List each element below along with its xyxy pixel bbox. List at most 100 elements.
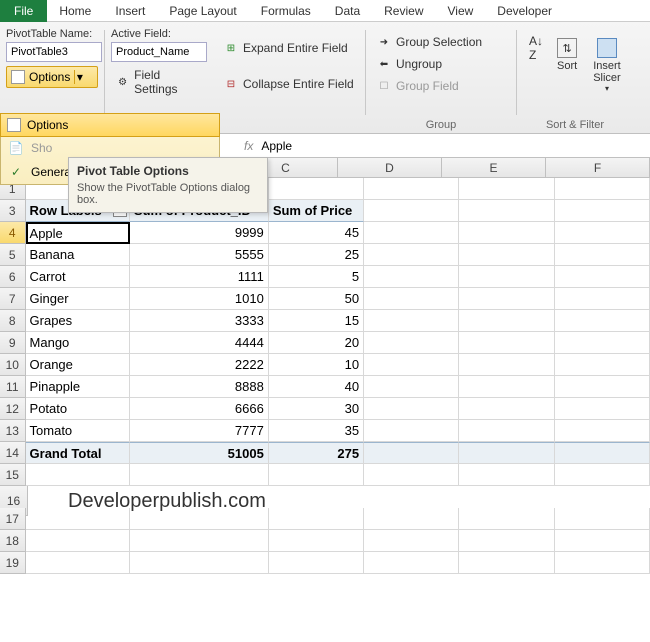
pivot-value[interactable]: 5555 — [130, 244, 269, 266]
options-dropdown-arrow[interactable]: ▾ — [74, 70, 84, 84]
pivot-row-label[interactable]: Tomato — [26, 420, 130, 442]
pivot-row-label[interactable]: Apple — [26, 222, 130, 244]
pivot-value[interactable]: 35 — [269, 420, 364, 442]
col-header-F[interactable]: F — [546, 158, 650, 178]
cell[interactable] — [269, 508, 364, 530]
sort-button[interactable]: ⇅ Sort — [549, 34, 585, 76]
cell[interactable] — [364, 376, 459, 398]
pivot-value[interactable]: 8888 — [130, 376, 269, 398]
row-header-18[interactable]: 18 — [0, 530, 26, 552]
cell[interactable] — [364, 508, 459, 530]
group-selection-button[interactable]: ➜ Group Selection — [372, 32, 510, 52]
row-header-6[interactable]: 6 — [0, 266, 26, 288]
pivot-value[interactable]: 5 — [269, 266, 364, 288]
menu-data[interactable]: Data — [323, 1, 372, 21]
cell[interactable] — [459, 222, 554, 244]
cell[interactable] — [269, 552, 364, 574]
pivot-value[interactable]: 20 — [269, 332, 364, 354]
row-header-3[interactable]: 3 — [0, 200, 26, 222]
pivot-value[interactable]: 45 — [269, 222, 364, 244]
col-header-D[interactable]: D — [338, 158, 442, 178]
pivot-value[interactable]: 15 — [269, 310, 364, 332]
cell[interactable] — [555, 266, 650, 288]
collapse-field-button[interactable]: ⊟ Collapse Entire Field — [219, 74, 359, 94]
row-header-9[interactable]: 9 — [0, 332, 26, 354]
cell[interactable] — [364, 552, 459, 574]
cell[interactable] — [459, 552, 554, 574]
cell[interactable] — [555, 464, 650, 486]
cell[interactable] — [459, 178, 554, 200]
grand-total-pid[interactable]: 51005 — [130, 442, 269, 464]
fx-icon[interactable]: fx — [244, 139, 253, 153]
cell[interactable] — [459, 310, 554, 332]
menu-developer[interactable]: Developer — [485, 1, 564, 21]
pivot-value[interactable]: 40 — [269, 376, 364, 398]
cell[interactable] — [364, 464, 459, 486]
cell[interactable] — [555, 178, 650, 200]
cell[interactable] — [364, 530, 459, 552]
cell[interactable] — [130, 530, 269, 552]
insert-slicer-button[interactable]: Insert Slicer ▾ — [585, 34, 629, 97]
row-header-14[interactable]: 14 — [0, 442, 26, 464]
pivot-row-label[interactable]: Orange — [26, 354, 130, 376]
pivot-name-input[interactable] — [6, 42, 102, 62]
cell[interactable] — [555, 376, 650, 398]
cell[interactable] — [26, 464, 130, 486]
cell[interactable] — [364, 398, 459, 420]
row-header-12[interactable]: 12 — [0, 398, 26, 420]
cell[interactable] — [555, 442, 650, 464]
menu-view[interactable]: View — [436, 1, 486, 21]
cell[interactable] — [555, 530, 650, 552]
cell[interactable] — [459, 464, 554, 486]
formula-value[interactable]: Apple — [261, 139, 292, 153]
pivot-row-label[interactable]: Potato — [26, 398, 130, 420]
pivot-value[interactable]: 7777 — [130, 420, 269, 442]
row-header-5[interactable]: 5 — [0, 244, 26, 266]
cell[interactable] — [459, 530, 554, 552]
pivot-value[interactable]: 50 — [269, 288, 364, 310]
cell[interactable] — [555, 310, 650, 332]
cell[interactable] — [364, 420, 459, 442]
pivot-value[interactable]: 1010 — [130, 288, 269, 310]
row-header-19[interactable]: 19 — [0, 552, 26, 574]
cell[interactable] — [555, 508, 650, 530]
cell[interactable] — [459, 332, 554, 354]
field-settings-button[interactable]: ⚙ Field Settings — [111, 66, 207, 98]
cell[interactable] — [459, 420, 554, 442]
file-menu[interactable]: File — [0, 0, 47, 22]
pivot-row-label[interactable]: Pinapple — [26, 376, 130, 398]
cell[interactable] — [364, 266, 459, 288]
pivot-value[interactable]: 9999 — [130, 222, 269, 244]
cell[interactable] — [459, 398, 554, 420]
cell[interactable] — [459, 200, 554, 222]
pivot-value[interactable]: 1111 — [130, 266, 269, 288]
cell[interactable] — [364, 244, 459, 266]
cell[interactable] — [459, 288, 554, 310]
cell[interactable] — [555, 420, 650, 442]
ungroup-button[interactable]: ⬅ Ungroup — [372, 54, 510, 74]
expand-field-button[interactable]: ⊞ Expand Entire Field — [219, 38, 359, 58]
pivot-row-label[interactable]: Ginger — [26, 288, 130, 310]
cell[interactable] — [26, 552, 130, 574]
row-header-7[interactable]: 7 — [0, 288, 26, 310]
menu-insert[interactable]: Insert — [103, 1, 157, 21]
pivot-value[interactable]: 3333 — [130, 310, 269, 332]
row-header-11[interactable]: 11 — [0, 376, 26, 398]
col-header-E[interactable]: E — [442, 158, 546, 178]
cell[interactable] — [364, 288, 459, 310]
pivot-row-label[interactable]: Carrot — [26, 266, 130, 288]
row-header-15[interactable]: 15 — [0, 464, 26, 486]
cell[interactable] — [269, 178, 364, 200]
cell[interactable] — [555, 354, 650, 376]
cell[interactable] — [555, 332, 650, 354]
cell[interactable] — [459, 508, 554, 530]
cell[interactable] — [459, 266, 554, 288]
cell[interactable] — [364, 178, 459, 200]
menu-review[interactable]: Review — [372, 1, 435, 21]
sort-az-button[interactable]: A↓Z — [523, 34, 549, 64]
pivot-value[interactable]: 30 — [269, 398, 364, 420]
cell[interactable] — [364, 200, 459, 222]
cell[interactable] — [555, 398, 650, 420]
cell[interactable] — [459, 442, 554, 464]
options-menu-options[interactable]: Options — [0, 113, 220, 137]
